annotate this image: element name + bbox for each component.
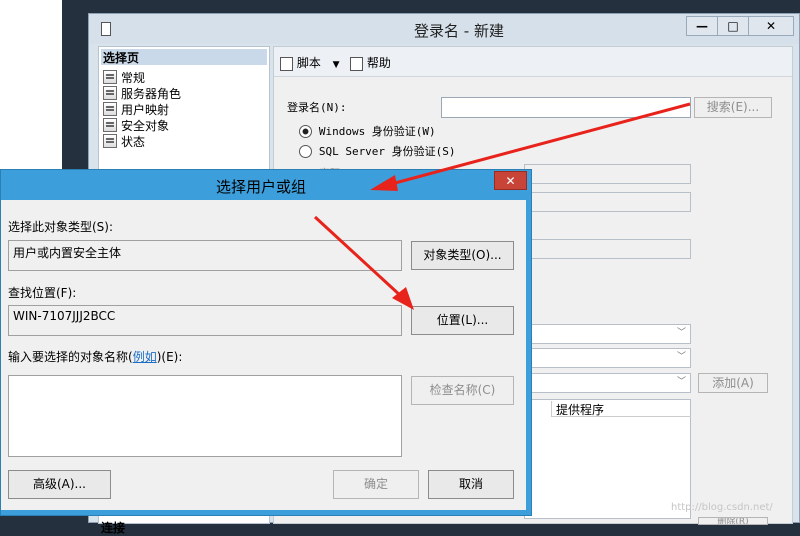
arrow-head-dialog-title: [370, 175, 398, 191]
arrow-to-location-button: [313, 215, 404, 299]
annotation-arrows: [313, 102, 691, 310]
arrow-to-dialog-title: [394, 102, 691, 185]
